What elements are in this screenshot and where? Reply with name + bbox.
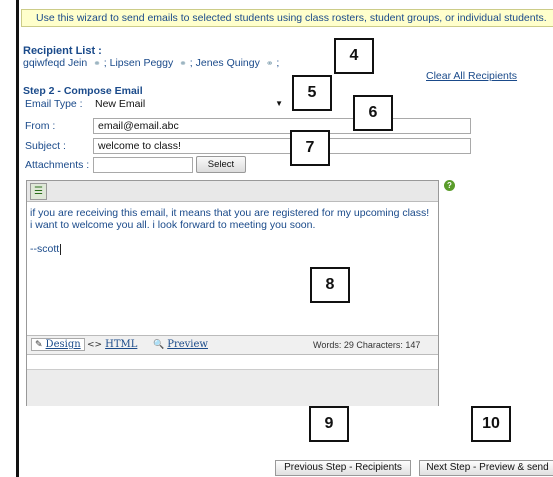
tab-design[interactable]: ✎ Design: [31, 338, 85, 351]
compose-step-title: Step 2 - Compose Email: [23, 85, 143, 97]
toolbar-icon[interactable]: ☰: [30, 183, 47, 200]
editor-mode-tabs: ✎ Design <> HTML 🔍 Preview Words: 29 Charac…: [27, 335, 438, 355]
clear-all-recipients-link[interactable]: Clear All Recipients: [426, 70, 517, 82]
email-body-editor: ☰ if you are receiving this email, it me…: [26, 180, 439, 406]
instruction-banner: Use this wizard to send emails to select…: [21, 9, 553, 27]
recipient-list-title: Recipient List :: [23, 45, 102, 57]
from-field[interactable]: email@email.abc: [93, 118, 471, 134]
tab-preview[interactable]: 🔍 Preview: [153, 339, 208, 350]
next-step-button[interactable]: Next Step - Preview & send: [419, 460, 553, 476]
email-type-select[interactable]: New Email ▼: [93, 97, 285, 111]
recipient-name: gqiwfeqd Jein: [23, 57, 88, 69]
tab-html[interactable]: <> HTML: [87, 339, 137, 350]
annotation-7: 7: [290, 130, 330, 166]
email-body-text[interactable]: if you are receiving this email, it mean…: [27, 202, 438, 333]
recipient-name: Lipsen Peggy: [109, 57, 174, 69]
word-count: Words: 29 Characters: 147: [313, 340, 421, 350]
editor-toolbar: ☰: [27, 181, 438, 202]
magnifier-icon: 🔍: [153, 340, 165, 350]
recipient-list: gqiwfeqd Jein ⚭; Lipsen Peggy ⚭; Jenes Qui…: [23, 57, 279, 69]
email-type-label: Email Type :: [25, 98, 83, 110]
separator: ;: [103, 57, 107, 69]
remove-recipient-icon[interactable]: ⚭: [266, 58, 274, 68]
body-line: if you are receiving this email, it mean…: [30, 207, 430, 219]
email-type-value: New Email: [95, 98, 146, 110]
separator: ;: [276, 57, 280, 69]
subject-field[interactable]: welcome to class!: [93, 138, 471, 154]
tab-preview-label: Preview: [167, 339, 208, 350]
code-icon: <>: [87, 340, 103, 350]
chevron-down-icon: ▼: [275, 99, 283, 108]
annotation-8: 8: [310, 267, 350, 303]
signature: --scott: [30, 243, 60, 255]
annotation-9: 9: [309, 406, 349, 442]
body-line: i want to welcome you all. i look forwar…: [30, 219, 316, 231]
select-attachment-button[interactable]: Select: [196, 156, 246, 173]
editor-footer: [27, 369, 438, 406]
tab-design-label: Design: [45, 339, 81, 350]
previous-step-button[interactable]: Previous Step - Recipients: [275, 460, 411, 476]
from-label: From :: [25, 120, 56, 132]
help-icon[interactable]: ?: [444, 180, 455, 191]
attachments-label: Attachments :: [25, 159, 90, 171]
remove-recipient-icon[interactable]: ⚭: [93, 58, 101, 68]
attachments-field[interactable]: [93, 157, 193, 173]
subject-label: Subject :: [25, 140, 66, 152]
remove-recipient-icon[interactable]: ⚭: [179, 58, 187, 68]
wizard-frame: Use this wizard to send emails to select…: [16, 0, 553, 477]
tab-html-label: HTML: [105, 339, 138, 350]
annotation-6: 6: [353, 95, 393, 131]
pencil-icon: ✎: [35, 340, 43, 350]
text-cursor: [60, 243, 62, 255]
recipient-name: Jenes Quingy: [195, 57, 260, 69]
annotation-4: 4: [334, 38, 374, 74]
separator: ;: [189, 57, 193, 69]
annotation-10: 10: [471, 406, 511, 442]
annotation-5: 5: [292, 75, 332, 111]
